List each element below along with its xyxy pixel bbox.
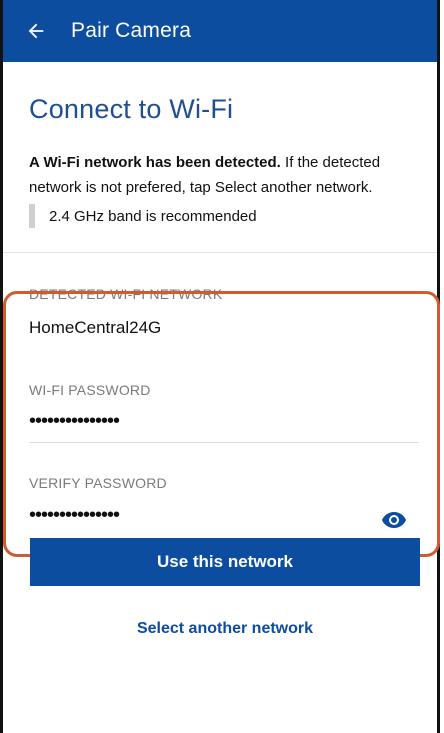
description-bold: A Wi-Fi network has been detected. [29, 154, 281, 171]
back-button[interactable] [11, 0, 61, 62]
section-divider [3, 252, 437, 253]
recommendation-note: 2.4 GHz band is recommended [29, 204, 257, 228]
app-bar-title: Pair Camera [71, 19, 192, 42]
app-frame: Pair Camera Connect to Wi-Fi A Wi-Fi net… [0, 0, 440, 733]
page-heading: Connect to Wi-Fi [29, 94, 234, 124]
note-accent-bar [29, 204, 35, 228]
app-bar: Pair Camera [3, 0, 437, 62]
select-another-network-link[interactable]: Select another network [3, 620, 444, 638]
use-network-button[interactable]: Use this network [30, 538, 420, 586]
description-text: A Wi-Fi network has been detected. If th… [29, 150, 419, 200]
arrow-left-icon [28, 23, 44, 39]
password-fields-highlight [3, 291, 440, 557]
note-text: 2.4 GHz band is recommended [49, 207, 257, 225]
